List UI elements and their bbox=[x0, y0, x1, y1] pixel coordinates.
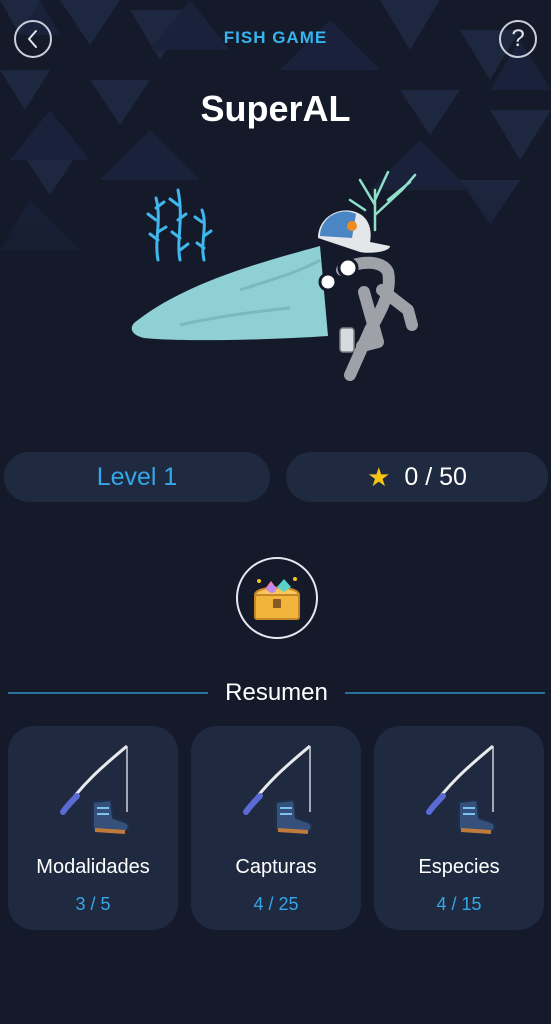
fishing-rod-boot-icon bbox=[419, 742, 499, 842]
player-name: SuperAL bbox=[200, 88, 351, 129]
fishing-rod-boot-icon bbox=[53, 742, 133, 842]
card-value: 4 / 15 bbox=[436, 894, 482, 914]
seaweed-icon bbox=[146, 188, 213, 262]
card-value: 4 / 25 bbox=[253, 894, 299, 914]
summary-heading: Resumen bbox=[8, 676, 545, 710]
stat-card-modalidades[interactable]: Modalidades 3 / 5 bbox=[8, 726, 178, 930]
stat-card-capturas[interactable]: Capturas 4 / 25 bbox=[191, 726, 361, 930]
player-avatar[interactable] bbox=[120, 160, 440, 390]
fish-body bbox=[131, 246, 328, 341]
top-bar: FISH GAME ? bbox=[0, 0, 551, 80]
rewards-button[interactable] bbox=[236, 557, 318, 639]
card-label: Modalidades bbox=[36, 856, 150, 878]
level-label: Level 1 bbox=[96, 462, 178, 491]
star-icon: ★ bbox=[367, 461, 391, 492]
card-label: Capturas bbox=[235, 856, 317, 878]
level-badge: Level 1 bbox=[4, 452, 270, 502]
treasure-chest-icon bbox=[253, 577, 301, 620]
divider bbox=[345, 692, 545, 694]
card-value: 3 / 5 bbox=[75, 894, 111, 914]
fishing-rod-boot-icon bbox=[236, 742, 316, 842]
stars-count: 0 / 50 bbox=[404, 462, 467, 491]
card-label: Especies bbox=[418, 856, 500, 878]
help-icon: ? bbox=[511, 25, 525, 52]
stars-counter: ★ 0 / 50 bbox=[286, 452, 548, 502]
help-button[interactable]: ? bbox=[499, 20, 537, 58]
app-title: FISH GAME bbox=[223, 28, 328, 47]
stat-card-especies[interactable]: Especies 4 / 15 bbox=[374, 726, 544, 930]
